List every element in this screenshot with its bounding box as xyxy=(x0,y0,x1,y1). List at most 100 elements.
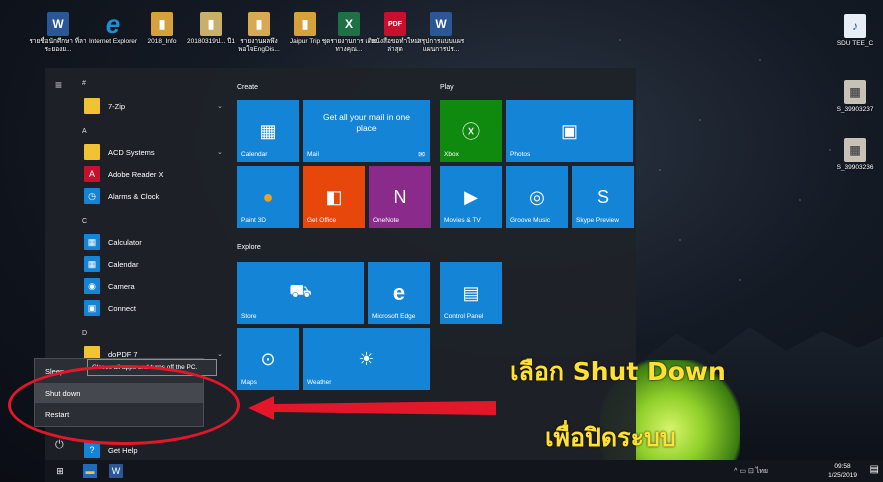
section-title-explore: Explore xyxy=(237,244,261,251)
folder-icon: ▮ xyxy=(151,12,173,36)
app-group-letter: D xyxy=(82,330,88,337)
list-item[interactable]: ACD Systems ⌄ xyxy=(77,142,223,162)
tile-label: Groove Music xyxy=(510,217,551,224)
tile-label: Paint 3D xyxy=(241,217,266,224)
tile-photos[interactable]: ▣ Photos xyxy=(506,100,633,162)
app-name: ACD Systems xyxy=(108,147,155,157)
windows-start-icon[interactable]: ⊞ xyxy=(53,464,67,478)
tile-calendar[interactable]: ▦ Calendar xyxy=(237,100,299,162)
tile-label: Weather xyxy=(307,379,332,386)
app-name: Get Help xyxy=(108,445,138,455)
tile-skype[interactable]: S Skype Preview xyxy=(572,166,634,228)
control-panel-icon: ▤ xyxy=(462,282,480,303)
desktop-icon[interactable]: W สรุปการแบบแผร แผนการปร... xyxy=(412,12,470,54)
tile-label: Movies & TV xyxy=(444,217,481,224)
desktop-icon-label: รายชื่อนักศึกษา ที่ลาระยองย... xyxy=(29,38,87,53)
taskbar: ⊞ ▬ W ^ ▭ ⊡ ไทย 09:58 1/25/2019 ▤ xyxy=(45,460,883,482)
tile-get-office[interactable]: ◧ Get Office xyxy=(303,166,365,228)
tile-maps[interactable]: ⊙ Maps xyxy=(237,328,299,390)
calculator-icon: ▦ xyxy=(84,234,100,250)
app-name: Connect xyxy=(108,303,136,313)
system-tray[interactable]: ^ ▭ ⊡ ไทย xyxy=(734,466,768,477)
annotation-line-1: เลือก Shut Down xyxy=(510,357,726,386)
desktop-icon[interactable]: ♪ SDU TEE_C xyxy=(830,14,880,48)
tile-store[interactable]: ⛟ Store xyxy=(237,262,364,324)
app-group-letter: A xyxy=(82,128,87,135)
tile-label: Photos xyxy=(510,151,531,158)
power-icon[interactable]: ⏻ xyxy=(55,439,64,452)
app-name: Camera xyxy=(108,281,135,291)
photos-icon: ▣ xyxy=(560,120,578,141)
tile-label: Store xyxy=(241,313,257,320)
file-explorer-icon[interactable]: ▬ xyxy=(83,464,97,478)
get-help-icon: ? xyxy=(84,442,100,458)
folder-icon: ▮ xyxy=(248,12,270,36)
desktop-icon-label: Internet Explorer xyxy=(88,38,138,45)
edge-icon: e xyxy=(392,280,406,305)
tile-groove-music[interactable]: ◎ Groove Music xyxy=(506,166,568,228)
app-group-letter: # xyxy=(82,80,86,87)
tile-label: Calendar xyxy=(241,151,268,158)
word-taskbar-icon[interactable]: W xyxy=(109,464,123,478)
xbox-icon: ⓧ xyxy=(462,122,480,142)
list-item[interactable]: 7-Zip ⌄ xyxy=(77,96,223,116)
tile-weather[interactable]: ☀ Weather xyxy=(303,328,430,390)
chevron-down-icon[interactable]: ⌄ xyxy=(217,350,223,358)
list-item[interactable]: ▦ Calculator xyxy=(77,232,142,252)
desktop-icon[interactable]: ▮ 2018_Info xyxy=(137,12,187,46)
excel-doc-icon: X xyxy=(338,12,360,36)
mail-tile-title: Get all your mail in one place xyxy=(323,112,410,133)
desktop-icon[interactable]: ▦ S_39903237 xyxy=(830,80,880,114)
movies-icon: ▶ xyxy=(464,186,478,207)
office-icon: ◧ xyxy=(325,186,343,207)
desktop-icon-label: SDU TEE_C xyxy=(836,40,874,47)
tile-label: Skype Preview xyxy=(576,217,619,224)
list-item[interactable]: ◷ Alarms & Clock xyxy=(77,186,159,206)
music-file-icon: ♪ xyxy=(844,14,866,38)
desktop-icon-label: สรุปการแบบแผร แผนการปร... xyxy=(417,38,465,53)
list-item[interactable]: A Adobe Reader X xyxy=(77,164,163,184)
annotation-line-2: เพื่อปิดระบบ xyxy=(545,423,676,452)
section-title-play: Play xyxy=(440,84,454,91)
list-item[interactable]: ▣ Connect xyxy=(77,298,136,318)
internet-explorer-icon: e xyxy=(105,8,121,39)
tile-xbox[interactable]: ⓧ Xbox xyxy=(440,100,502,162)
app-name: 7-Zip xyxy=(108,101,126,111)
calendar-icon: ▦ xyxy=(259,120,277,141)
tile-onenote[interactable]: N OneNote xyxy=(369,166,431,228)
chevron-down-icon[interactable]: ⌄ xyxy=(217,148,223,156)
list-item[interactable]: ◉ Camera xyxy=(77,276,135,296)
annotation-red-ellipse xyxy=(8,365,240,445)
desktop-icon[interactable]: W รายชื่อนักศึกษา ที่ลาระยองย... xyxy=(28,12,88,54)
connect-icon: ▣ xyxy=(84,300,100,316)
desktop-icon[interactable]: ▦ S_39903236 xyxy=(830,138,880,172)
clock[interactable]: 09:58 1/25/2019 xyxy=(828,462,857,480)
desktop-icon-label: S_39903236 xyxy=(836,164,874,171)
calendar-icon: ▦ xyxy=(84,256,100,272)
app-name: Calendar xyxy=(108,259,139,269)
tile-label: Maps xyxy=(241,379,257,386)
word-doc-icon: W xyxy=(47,12,69,36)
desktop-icon-label: S_39903237 xyxy=(836,106,874,113)
tile-label: OneNote xyxy=(373,217,400,224)
hamburger-icon[interactable]: ≡ xyxy=(55,78,62,92)
folder-icon: ▮ xyxy=(200,12,222,36)
desktop-icon[interactable]: e Internet Explorer xyxy=(88,8,138,46)
notification-icon[interactable]: ▤ xyxy=(870,464,879,475)
list-item[interactable]: ▦ Calendar xyxy=(77,254,138,274)
desktop-icon-label: รายงานผลพึง พอใจEngDis... xyxy=(238,38,280,53)
word-doc-icon: W xyxy=(430,12,452,36)
desktop-icon[interactable]: ▮ รายงานผลพึง พอใจEngDis... xyxy=(231,12,287,54)
chevron-down-icon[interactable]: ⌄ xyxy=(217,102,223,110)
folder-icon: ▮ xyxy=(294,12,316,36)
maps-icon: ⊙ xyxy=(260,348,276,369)
tile-paint3d[interactable]: ● Paint 3D xyxy=(237,166,299,228)
tile-control-panel[interactable]: ▤ Control Panel xyxy=(440,262,502,324)
alarm-clock-icon: ◷ xyxy=(84,188,100,204)
groove-music-icon: ◎ xyxy=(529,186,545,207)
tile-mail[interactable]: Get all your mail in one place Mail ✉ xyxy=(303,100,430,162)
tile-edge[interactable]: e Microsoft Edge xyxy=(368,262,430,324)
tile-movies-tv[interactable]: ▶ Movies & TV xyxy=(440,166,502,228)
pdf-doc-icon: PDF xyxy=(384,12,406,36)
app-name: Calculator xyxy=(108,237,142,247)
